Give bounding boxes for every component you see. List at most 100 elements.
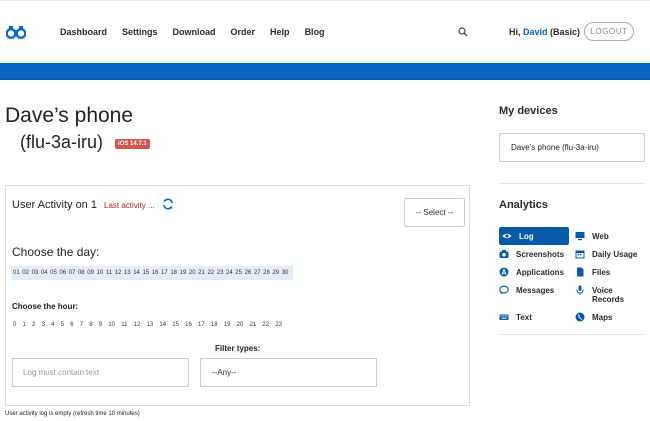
nav-blog[interactable]: Blog — [305, 27, 325, 37]
binoculars-logo-icon[interactable] — [6, 25, 26, 39]
menu-label-web: Web — [592, 232, 609, 241]
hour-option[interactable]: 17 — [198, 322, 205, 328]
hour-option[interactable]: 20 — [237, 322, 244, 328]
last-activity-link[interactable]: Last activity ... — [104, 201, 155, 210]
analytics-heading: Analytics — [499, 199, 548, 211]
plan-label: (Basic) — [547, 27, 581, 37]
hour-option[interactable]: 18 — [211, 322, 218, 328]
day-option[interactable]: 24 — [226, 270, 233, 276]
day-option[interactable]: 10 — [97, 270, 104, 276]
device-list-item[interactable]: Dave’s phone (flu-3a-iru) — [499, 133, 645, 162]
day-option[interactable]: 17 — [161, 270, 168, 276]
menu-item-web[interactable]: Web — [575, 232, 609, 241]
hour-option[interactable]: 11 — [121, 322, 127, 328]
menu-item-messages[interactable]: Messages — [499, 285, 554, 295]
day-option[interactable]: 18 — [170, 270, 177, 276]
activity-panel: User Activity on 1 Last activity ... -- … — [5, 185, 470, 406]
hour-option[interactable]: 16 — [185, 322, 192, 328]
nav-settings[interactable]: Settings — [122, 27, 158, 37]
day-option[interactable]: 13 — [124, 270, 131, 276]
hour-option[interactable]: 6 — [70, 322, 73, 328]
device-select-dropdown[interactable]: -- Select -- — [404, 198, 465, 227]
menu-label-text: Text — [516, 313, 532, 322]
menu-item-applications[interactable]: Applications — [499, 267, 564, 277]
menu-item-daily-usage[interactable]: Daily Usage — [575, 250, 637, 259]
menu-item-screenshots[interactable]: Screenshots — [499, 250, 564, 259]
menu-label-voice-records: Voice Records — [592, 286, 625, 304]
hour-option[interactable]: 3 — [42, 322, 45, 328]
day-option[interactable]: 21 — [198, 270, 205, 276]
day-option[interactable]: 20 — [189, 270, 196, 276]
hour-option[interactable]: 15 — [172, 322, 179, 328]
menu-item-voice-records[interactable]: Voice Records — [575, 285, 635, 304]
day-option[interactable]: 14 — [133, 270, 140, 276]
main-nav: Dashboard Settings Download Order Help B… — [60, 27, 340, 37]
day-option[interactable]: 15 — [142, 270, 149, 276]
file-icon — [577, 267, 584, 277]
greeting-prefix: Hi, — [509, 27, 524, 37]
day-option[interactable]: 02 — [22, 270, 29, 276]
day-option[interactable]: 25 — [235, 270, 242, 276]
hour-option[interactable]: 4 — [51, 322, 54, 328]
nav-dashboard[interactable]: Dashboard — [60, 27, 107, 37]
day-option[interactable]: 03 — [32, 270, 39, 276]
day-option[interactable]: 09 — [87, 270, 94, 276]
hour-option[interactable]: 7 — [80, 322, 83, 328]
search-icon[interactable] — [458, 27, 468, 37]
hour-option[interactable]: 2 — [32, 322, 35, 328]
day-option[interactable]: 11 — [106, 270, 112, 276]
day-option[interactable]: 06 — [59, 270, 66, 276]
refresh-icon[interactable] — [162, 198, 174, 210]
os-version-badge: iOS 14.7.1 — [115, 139, 150, 149]
day-option[interactable]: 04 — [41, 270, 48, 276]
day-option[interactable]: 30 — [282, 270, 289, 276]
hour-option[interactable]: 22 — [262, 322, 269, 328]
menu-label-files: Files — [592, 268, 611, 277]
activity-title: User Activity on 1 — [12, 199, 97, 211]
day-option[interactable]: 27 — [254, 270, 261, 276]
menu-item-text[interactable]: Text — [499, 313, 532, 322]
menu-label-screenshots: Screenshots — [516, 250, 565, 259]
nav-help[interactable]: Help — [270, 27, 290, 37]
nav-download[interactable]: Download — [173, 27, 216, 37]
hour-option[interactable]: 23 — [275, 322, 282, 328]
user-name-link[interactable]: David — [523, 27, 548, 37]
day-option[interactable]: 26 — [245, 270, 252, 276]
keyboard-icon — [499, 314, 509, 320]
day-option[interactable]: 16 — [152, 270, 159, 276]
hour-option[interactable]: 0 — [13, 322, 16, 328]
monitor-icon — [575, 232, 585, 241]
hour-option[interactable]: 9 — [99, 322, 102, 328]
day-option[interactable]: 01 — [13, 270, 20, 276]
day-option[interactable]: 12 — [115, 270, 122, 276]
day-option[interactable]: 29 — [272, 270, 279, 276]
hour-option[interactable]: 8 — [89, 322, 92, 328]
hour-option[interactable]: 10 — [108, 322, 115, 328]
hour-option[interactable]: 13 — [146, 322, 153, 328]
hour-option[interactable]: 21 — [249, 322, 256, 328]
hour-option[interactable]: 14 — [159, 322, 166, 328]
menu-label-log: Log — [519, 232, 534, 241]
hour-option[interactable]: 19 — [224, 322, 231, 328]
hour-option[interactable]: 5 — [61, 322, 64, 328]
choose-hour-label: Choose the hour: — [12, 302, 79, 311]
day-option[interactable]: 23 — [217, 270, 224, 276]
day-option[interactable]: 08 — [78, 270, 85, 276]
hour-option[interactable]: 12 — [134, 322, 141, 328]
day-option[interactable]: 19 — [180, 270, 187, 276]
day-option[interactable]: 28 — [263, 270, 270, 276]
day-option[interactable]: 22 — [207, 270, 214, 276]
log-text-filter-input[interactable] — [12, 358, 189, 387]
sidebar-divider-bottom — [499, 334, 645, 335]
top-navbar: Dashboard Settings Download Order Help B… — [0, 0, 650, 63]
filter-type-select[interactable]: --Any-- — [200, 358, 377, 387]
hour-option[interactable]: 1 — [23, 322, 26, 328]
day-option[interactable]: 07 — [69, 270, 76, 276]
menu-item-files[interactable]: Files — [575, 267, 611, 277]
menu-item-maps[interactable]: Maps — [575, 312, 612, 322]
menu-item-log[interactable]: Log — [499, 227, 569, 245]
nav-order[interactable]: Order — [231, 27, 256, 37]
logout-button[interactable]: LOGOUT — [584, 22, 634, 41]
microphone-icon — [576, 285, 584, 295]
day-option[interactable]: 05 — [50, 270, 57, 276]
